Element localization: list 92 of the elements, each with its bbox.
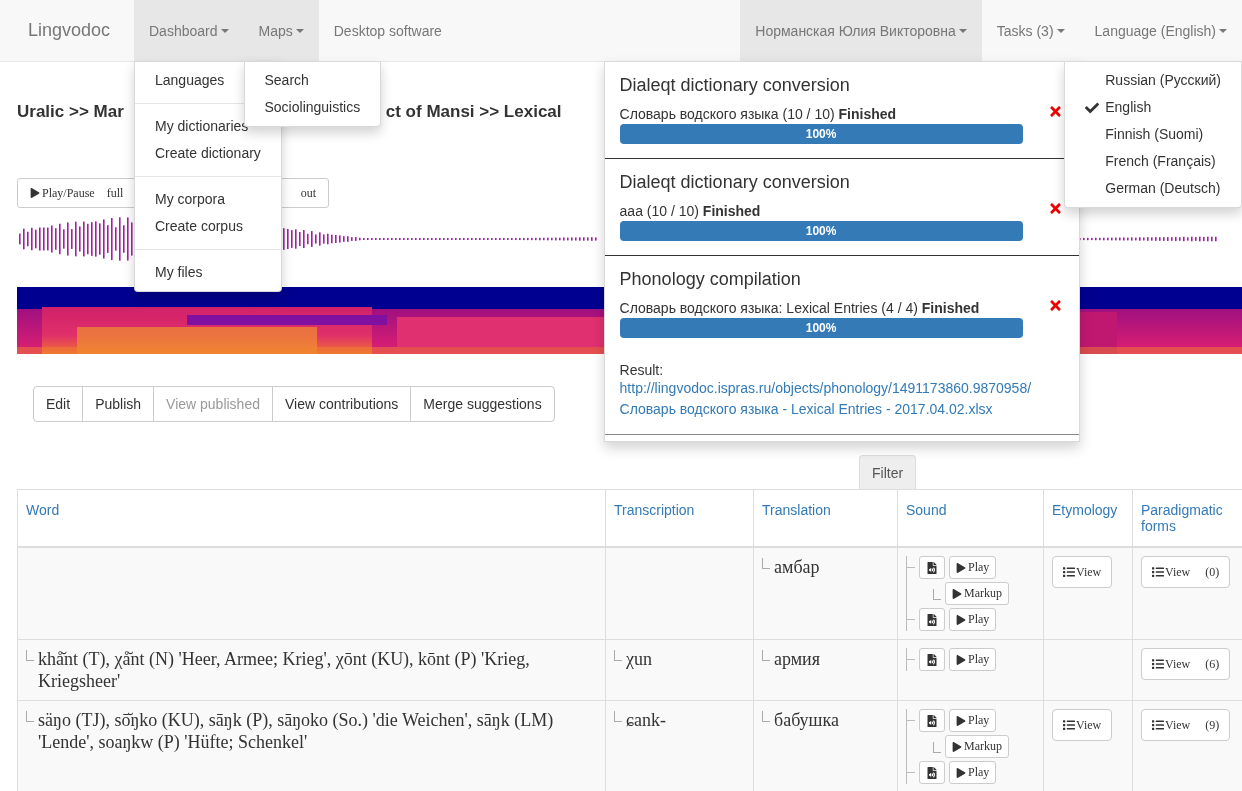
nav-link[interactable]: Maps	[243, 0, 319, 61]
translation-cell: бабушка	[753, 700, 898, 791]
action-button[interactable]: Merge suggestions	[410, 386, 555, 422]
language-option[interactable]: Russian (Русский)	[1065, 67, 1241, 94]
caret-icon	[958, 28, 967, 33]
list-icon	[1152, 566, 1164, 578]
translation-cell: армия	[753, 639, 898, 701]
play-icon	[956, 562, 966, 573]
nav-link[interactable]: Tasks (3)	[981, 0, 1080, 61]
task-description: aaa (10 / 10) Finished	[619, 203, 762, 219]
play-icon	[952, 741, 962, 752]
paradigm-view-button[interactable]: View (6)	[1141, 648, 1231, 680]
etymology-view-button[interactable]: View	[1052, 709, 1113, 741]
file-audio-icon	[926, 613, 938, 626]
play-icon	[952, 588, 962, 599]
action-button[interactable]: Edit	[33, 386, 84, 422]
action-button[interactable]: View contributions	[271, 386, 412, 422]
upload-button[interactable]	[919, 608, 945, 631]
menu-item[interactable]: Search	[244, 67, 381, 94]
full-button[interactable]: full	[106, 185, 124, 201]
task-title: Dialeqt dictionary conversion	[619, 75, 851, 96]
etymology-view-button[interactable]: View	[1052, 556, 1113, 588]
caret-icon	[220, 28, 229, 33]
column-header[interactable]: Etymology	[1043, 489, 1133, 547]
file-audio-icon	[926, 766, 938, 779]
progress-fill: 100%	[619, 318, 1023, 338]
paradigm-view-button[interactable]: View (9)	[1141, 709, 1231, 741]
brand-logo[interactable]: Lingvodoc	[0, 0, 134, 61]
transcription-cell: χun	[605, 639, 754, 701]
file-audio-icon	[926, 714, 938, 727]
result-label: Result:	[619, 362, 665, 378]
nav-link[interactable]: Норманская Юлия Викторовна	[740, 0, 982, 61]
list-icon	[1063, 566, 1075, 578]
action-button[interactable]: Publish	[82, 386, 155, 422]
task-title: Dialeqt dictionary conversion	[619, 172, 851, 193]
column-header[interactable]: Transcription	[605, 489, 754, 547]
column-header[interactable]: Paradigmatic forms	[1132, 489, 1242, 547]
file-audio-icon	[926, 561, 938, 574]
menu-item[interactable]: Create dictionary	[135, 140, 281, 167]
paradigm-view-button[interactable]: View (0)	[1141, 556, 1231, 588]
filter-button[interactable]: Filter	[859, 455, 917, 489]
file-audio-icon	[926, 653, 938, 666]
language-option[interactable]: English	[1065, 94, 1241, 121]
menu-item[interactable]: Sociolinguistics	[244, 94, 381, 121]
play-button[interactable]: Play	[949, 761, 997, 784]
column-header[interactable]: Sound	[897, 489, 1044, 547]
upload-button[interactable]	[919, 556, 945, 579]
result-link[interactable]: http://lingvodoc.ispras.ru/objects/phonology/1491173860.9870958/ Словарь водского языка - Lexical Entries - 2017.04.02.xlsx	[619, 378, 1073, 420]
upload-button[interactable]	[919, 648, 945, 671]
play-button[interactable]: Play	[949, 648, 997, 671]
zoom-out-button[interactable]: out	[300, 185, 316, 201]
menu-item[interactable]: My corpora	[135, 186, 281, 213]
list-icon	[1063, 719, 1075, 731]
upload-button[interactable]	[919, 761, 945, 784]
play-button[interactable]: Play	[949, 556, 997, 579]
menu-item[interactable]: Create corpus	[135, 213, 281, 240]
task-description: Словарь водского языка: Lexical Entries (4 / 4) Finished	[619, 300, 981, 316]
breadcrumb: Uralic >> Mar	[17, 102, 124, 123]
nav-link[interactable]: Dashboard	[134, 0, 244, 61]
play-button[interactable]: Play	[949, 709, 997, 732]
task-description: Словарь водского языка (10 / 10) Finished	[619, 106, 898, 122]
translation-cell: амбар	[753, 547, 898, 640]
play-icon	[956, 654, 966, 665]
play-icon	[30, 188, 40, 198]
column-header[interactable]: Translation	[753, 489, 898, 547]
menu-item[interactable]: My files	[135, 259, 281, 286]
play-icon	[956, 767, 966, 778]
markup-button[interactable]: Markup	[945, 582, 1009, 605]
upload-button[interactable]	[919, 709, 945, 732]
nav-link[interactable]: Language (English)	[1079, 0, 1242, 61]
caret-icon	[1219, 28, 1227, 33]
language-option[interactable]: Finnish (Suomi)	[1065, 121, 1241, 148]
play-icon	[956, 715, 966, 726]
play-pause-button[interactable]: Play/Pause	[30, 185, 95, 201]
transcription-cell: ɕank-	[605, 700, 754, 791]
nav-link[interactable]: Desktop software	[318, 0, 457, 61]
word-cell: säŋo (TJ), sō̆ŋko (KU), sāŋk (P), sāŋoko (So.) 'die Weichen', sāŋk (LM) 'Lende', soaŋkw (P) 'Hüfte; Schenkel'	[17, 700, 606, 791]
caret-icon	[1056, 28, 1065, 33]
play-button[interactable]: Play	[949, 608, 997, 631]
caret-icon	[295, 28, 304, 33]
list-icon	[1152, 719, 1164, 731]
word-cell: khå̆nt (T), χå̆nt (N) 'Heer, Armee; Krieg', χōnt (KU), kōnt (P) 'Krieg, Kriegsheer'	[17, 639, 606, 701]
play-icon	[956, 614, 966, 625]
progress-fill: 100%	[619, 221, 1023, 241]
column-header[interactable]: Word	[17, 489, 606, 547]
list-icon	[1152, 658, 1164, 670]
progress-fill: 100%	[619, 124, 1023, 144]
breadcrumb: ct of Mansi >> Lexical	[385, 102, 562, 123]
markup-button[interactable]: Markup	[945, 735, 1009, 758]
language-option[interactable]: German (Deutsch)	[1065, 175, 1241, 202]
language-option[interactable]: French (Français)	[1065, 148, 1241, 175]
task-title: Phonology compilation	[619, 269, 802, 290]
